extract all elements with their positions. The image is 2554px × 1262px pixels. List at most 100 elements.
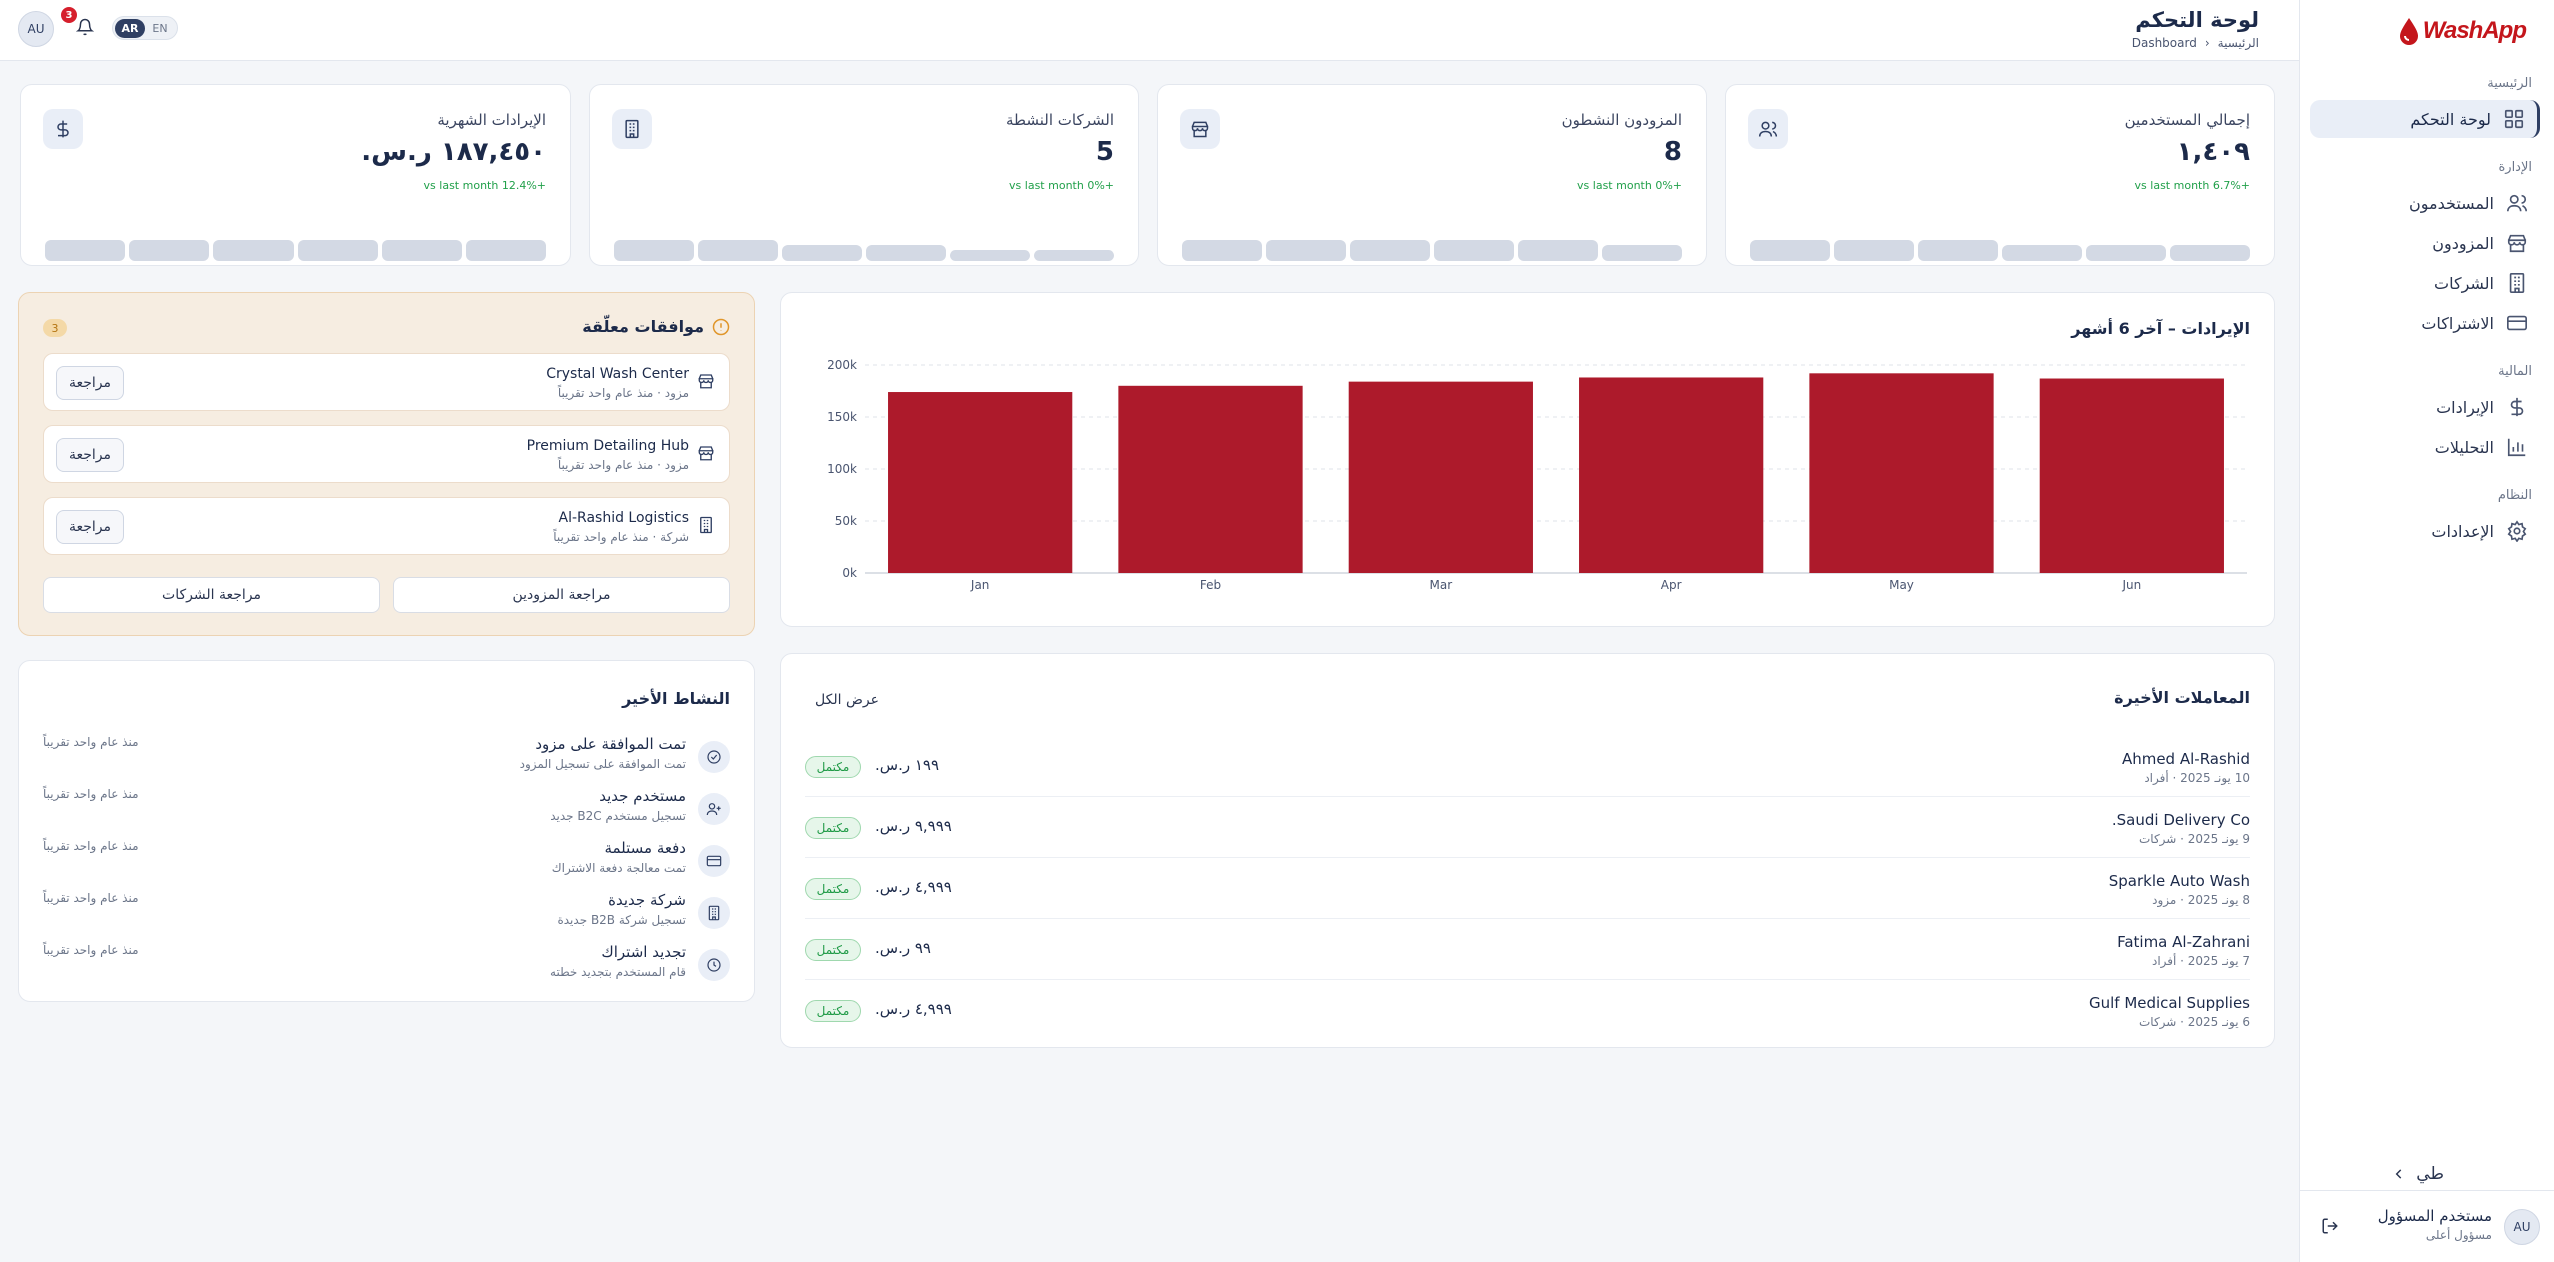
- building-icon: [2509, 273, 2525, 293]
- transaction-row[interactable]: Gulf Medical Supplies 6 يونـ 2025 · شركا…: [805, 980, 2250, 1041]
- sparkline-bar: [614, 239, 694, 261]
- sparkline-bar: [1434, 239, 1514, 261]
- tx-name: Fatima Al-Zahrani: [2117, 933, 2250, 951]
- sidebar-item-dashboard[interactable]: لوحة التحكم: [2310, 100, 2540, 138]
- kpi-sparkline: [1182, 227, 1682, 261]
- washapp-logo[interactable]: WashApp: [2399, 14, 2527, 48]
- kpi-card-monthly-revenue: الإيرادات الشهرية ١٨٧,٤٥٠ ر.س. +12.4% vs…: [20, 84, 571, 266]
- sparkline-bar: [2002, 244, 2082, 261]
- revenue-bar[interactable]: [1579, 377, 1764, 573]
- kpi-delta: +6.7% vs last month: [2134, 179, 2250, 192]
- building-icon: [708, 905, 720, 921]
- revenue-bar-chart: 0k 50k 100k 150k 200k Jan Feb Mar Apr May Jun: [827, 358, 2247, 592]
- tx-name: Sparkle Auto Wash: [2108, 872, 2250, 890]
- sparkline-bar: [2170, 244, 2250, 261]
- pending-count-badge: 3: [43, 319, 67, 337]
- tx-meta: 6 يونـ 2025 · شركات: [2138, 1015, 2250, 1029]
- revenue-bar[interactable]: [888, 392, 1073, 573]
- building-icon: [625, 119, 639, 139]
- sparkline-bar: [1918, 239, 1998, 261]
- transaction-row[interactable]: Sparkle Auto Wash 8 يونـ 2025 · مزود ٤,٩…: [805, 858, 2250, 919]
- kpi-sparkline: [45, 227, 547, 261]
- review-companies-button[interactable]: مراجعة الشركات: [43, 577, 380, 613]
- transactions-title: المعاملات الأخيرة: [2114, 688, 2250, 707]
- activity-time: منذ عام واحد تقريباً: [43, 735, 139, 749]
- pending-name: Al-Rashid Logistics: [558, 510, 689, 526]
- tx-meta: 9 يونـ 2025 · شركات: [2138, 832, 2250, 846]
- store-icon: [2507, 234, 2527, 253]
- topbar: لوحة التحكم الرئيسية ‹ Dashboard AU 3 AR…: [0, 0, 2299, 61]
- chevron-left-icon: [2395, 1169, 2402, 1179]
- transaction-row[interactable]: Ahmed Al-Rashid 10 يونـ 2025 · أفراد ١٩٩…: [805, 736, 2250, 797]
- pending-meta: شركة · منذ عام واحد تقريباً: [553, 530, 689, 544]
- sparkline-bar: [866, 244, 946, 261]
- activity-icon-box: [698, 897, 730, 929]
- avatar[interactable]: AU: [2504, 1209, 2540, 1245]
- activity-title: النشاط الأخير: [622, 689, 730, 708]
- gear-icon: [2507, 520, 2527, 542]
- notifications-button[interactable]: 3: [61, 7, 95, 40]
- language-toggle[interactable]: AR EN: [112, 16, 178, 40]
- sidebar-item-label: المزودون: [2432, 233, 2494, 253]
- lang-en[interactable]: EN: [145, 19, 175, 38]
- kpi-sparkline: [614, 227, 1114, 261]
- kpi-delta: +0% vs last month: [1009, 179, 1114, 192]
- sparkline-bar: [1518, 239, 1598, 261]
- sidebar-item-label: لوحة التحكم: [2410, 109, 2491, 129]
- users-icon: [2507, 194, 2527, 212]
- transaction-row[interactable]: Saudi Delivery Co. 9 يونـ 2025 · شركات ٩…: [805, 797, 2250, 858]
- x-tick-label: Feb: [1200, 578, 1221, 592]
- collapse-sidebar-button[interactable]: طي: [2392, 1164, 2444, 1184]
- pending-name: Crystal Wash Center: [546, 366, 689, 382]
- building-icon: [700, 516, 712, 534]
- store-icon: [1191, 121, 1209, 138]
- breadcrumb-current: Dashboard: [2131, 36, 2197, 50]
- revenue-bar[interactable]: [1809, 373, 1994, 573]
- activity-icon-box: [698, 845, 730, 877]
- sidebar-item-companies[interactable]: الشركات: [2310, 264, 2540, 302]
- kpi-value: ١٨٧,٤٥٠ ر.س.: [361, 137, 546, 167]
- card-icon: [706, 855, 722, 867]
- sidebar-item-subscriptions[interactable]: الاشتراكات: [2310, 304, 2540, 342]
- page-title: لوحة التحكم: [2135, 8, 2259, 32]
- kpi-sparkline: [1750, 227, 2250, 261]
- sparkline-bar: [465, 239, 547, 261]
- sidebar-item-settings[interactable]: الإعدادات: [2310, 512, 2540, 550]
- kpi-icon-box: [612, 109, 652, 149]
- revenue-bar[interactable]: [1348, 381, 1533, 573]
- review-button[interactable]: مراجعة: [56, 510, 124, 544]
- sidebar-item-label: التحليلات: [2434, 437, 2494, 457]
- recent-activity-card: النشاط الأخير تمت الموافقة على مزود تمت …: [18, 660, 755, 1002]
- sidebar-item-revenue[interactable]: الإيرادات: [2310, 388, 2540, 426]
- tx-amount: ١٩٩ ر.س.: [875, 756, 940, 774]
- activity-row: مستخدم جديد تسجيل مستخدم B2C جديد منذ عا…: [43, 787, 730, 837]
- revenue-bar[interactable]: [1118, 385, 1303, 573]
- tx-name: Gulf Medical Supplies: [2088, 994, 2250, 1012]
- header-avatar[interactable]: AU: [18, 11, 54, 47]
- sidebar-item-providers[interactable]: المزودون: [2310, 224, 2540, 262]
- y-tick-label: 50k: [835, 514, 857, 528]
- breadcrumb: الرئيسية ‹ Dashboard: [2132, 36, 2259, 50]
- row-icon: [693, 372, 715, 394]
- sparkline-bar: [1750, 239, 1830, 261]
- review-button[interactable]: مراجعة: [56, 366, 124, 400]
- tx-name: Saudi Delivery Co.: [2111, 811, 2250, 829]
- activity-desc: تمت الموافقة على تسجيل المزود: [519, 757, 686, 771]
- warning-circle-icon: [712, 318, 730, 335]
- sidebar-item-users[interactable]: المستخدمون: [2310, 184, 2540, 222]
- activity-title-text: دفعة مستلمة: [604, 839, 686, 857]
- sidebar-item-analytics[interactable]: التحليلات: [2310, 428, 2540, 466]
- review-button[interactable]: مراجعة: [56, 438, 124, 472]
- transaction-row[interactable]: Fatima Al-Zahrani 7 يونـ 2025 · أفراد ٩٩…: [805, 919, 2250, 980]
- sparkline-bar: [1182, 239, 1262, 261]
- lang-ar[interactable]: AR: [115, 18, 145, 38]
- sidebar: WashApp الرئيسية لوحة التحكم الإدارة الم…: [2299, 0, 2554, 1262]
- view-all-link[interactable]: عرض الكل: [815, 692, 879, 708]
- review-providers-button[interactable]: مراجعة المزودين: [393, 577, 730, 613]
- tx-meta: 8 يونـ 2025 · مزود: [2152, 893, 2250, 907]
- activity-icon-box: [698, 741, 730, 773]
- revenue-bar[interactable]: [2039, 378, 2224, 573]
- kpi-card-active-companies: الشركات النشطة 5 +0% vs last month: [589, 84, 1139, 266]
- logout-icon[interactable]: [2321, 1217, 2339, 1235]
- breadcrumb-home[interactable]: الرئيسية: [2218, 36, 2259, 50]
